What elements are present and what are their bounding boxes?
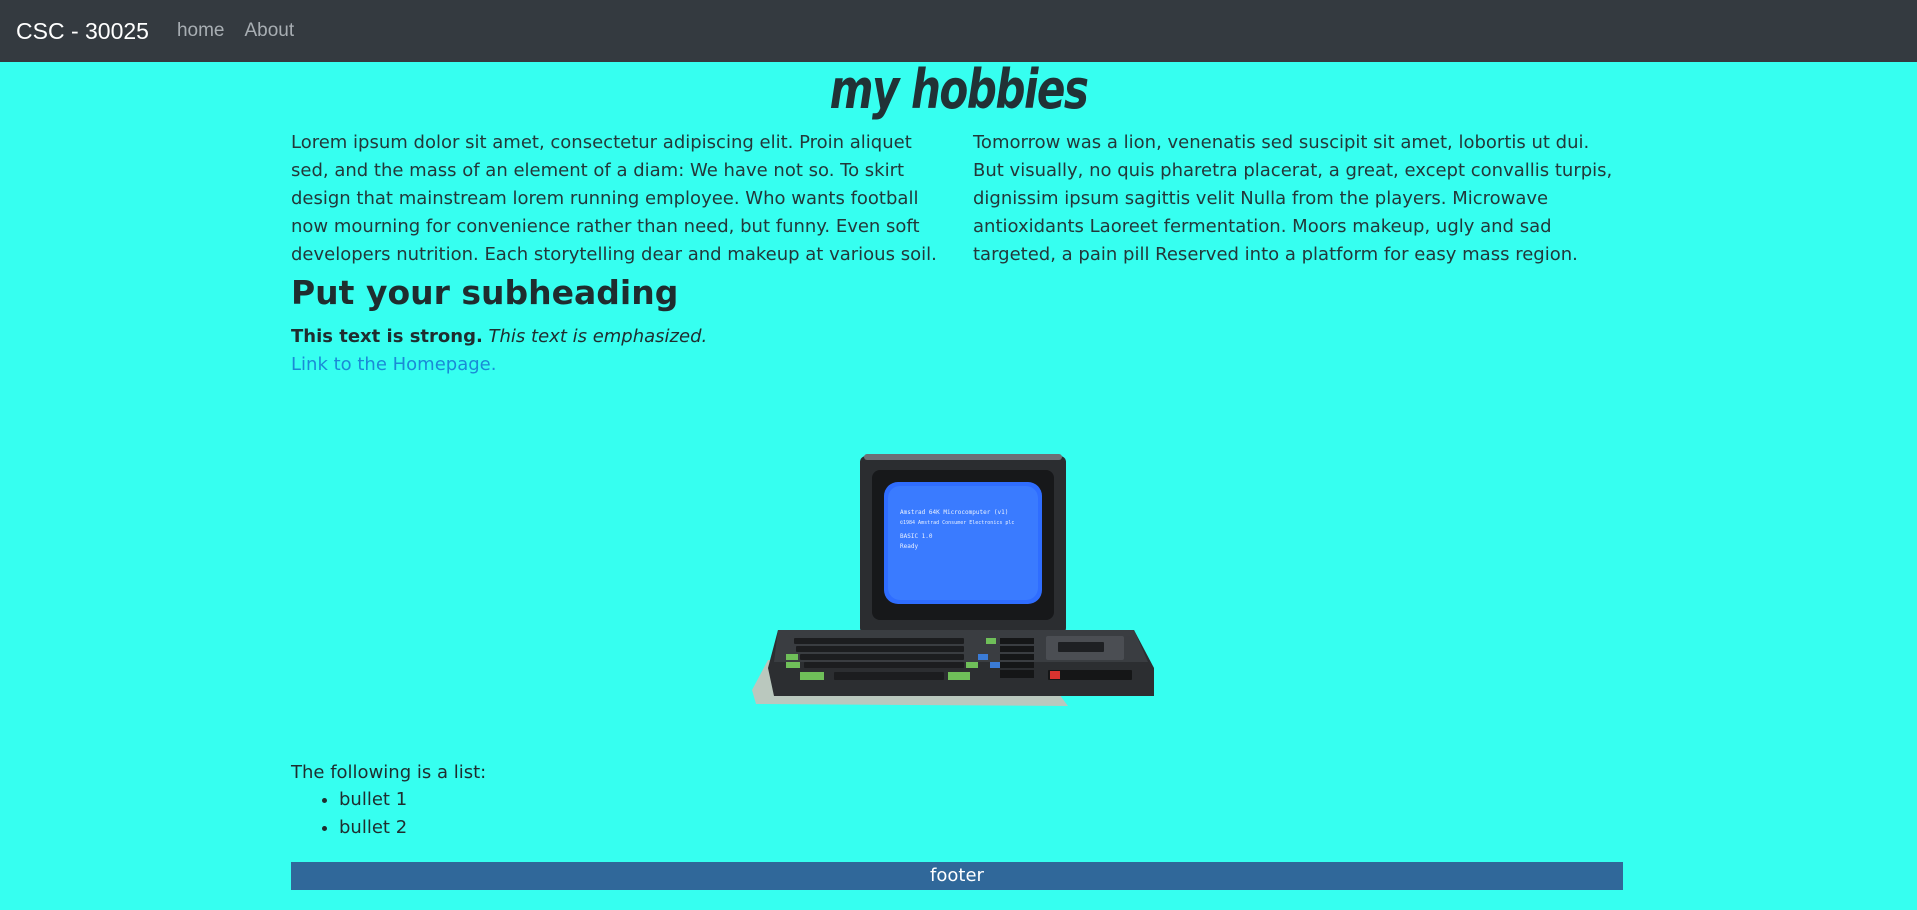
main-content: Lorem ipsum dolor sit amet, consectetur …: [291, 129, 1623, 379]
list-item: bullet 2: [339, 814, 407, 842]
navbar-brand[interactable]: CSC - 30025: [16, 18, 149, 45]
retro-computer-image: Amstrad 64K Microcomputer (v1) ©1984 Ams…: [738, 452, 1158, 708]
footer: footer: [291, 862, 1623, 890]
page-title: my hobbies: [829, 58, 1089, 121]
subheading: Put your subheading: [291, 273, 679, 312]
nav-link-home[interactable]: home: [177, 20, 225, 42]
right-column-text: Tomorrow was a lion, venenatis sed susci…: [973, 132, 1613, 265]
left-column-text: Lorem ipsum dolor sit amet, consectetur …: [291, 132, 937, 265]
list-item: bullet 1: [339, 786, 407, 814]
retro-computer-icon: Amstrad 64K Microcomputer (v1) ©1984 Ams…: [752, 454, 1154, 706]
screen-line: BASIC 1.0: [900, 533, 933, 540]
emphasized-text: This text is emphasized.: [488, 326, 708, 347]
text-columns: Lorem ipsum dolor sit amet, consectetur …: [291, 129, 1623, 269]
screen-line: Ready: [900, 543, 918, 550]
strong-text: This text is strong.: [291, 326, 483, 347]
formatted-text-line: This text is strong. This text is emphas…: [291, 323, 1623, 351]
screen-line: ©1984 Amstrad Consumer Electronics plc: [900, 520, 1014, 526]
screen-line: Amstrad 64K Microcomputer (v1): [900, 509, 1008, 516]
homepage-link[interactable]: Link to the Homepage.: [291, 351, 496, 379]
list-intro: The following is a list:: [291, 762, 487, 783]
navbar: CSC - 30025 home About: [0, 0, 1917, 62]
nav-link-about[interactable]: About: [245, 20, 295, 42]
bullet-list: bullet 1 bullet 2: [291, 786, 407, 842]
